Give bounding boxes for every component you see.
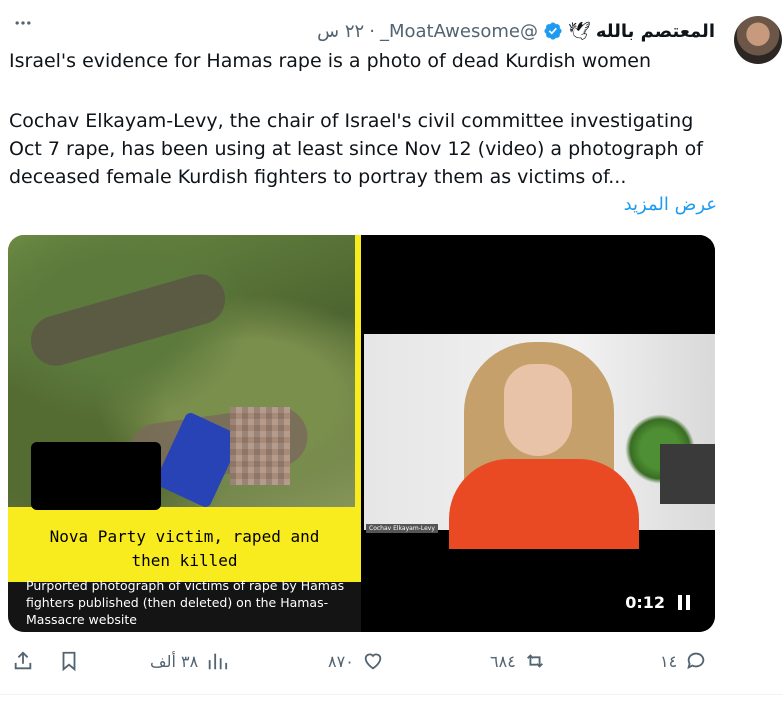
monitor [660, 444, 715, 504]
post-header: المعتصم بالله 🕊 @MoatAwesome_ · ٢٢ س [317, 18, 715, 44]
reply-icon [687, 652, 705, 670]
censor-box [31, 442, 161, 510]
likes-count: ٨٧٠ [328, 651, 354, 671]
show-more-link[interactable]: عرض المزيد [624, 194, 717, 215]
verified-badge-icon [544, 22, 562, 40]
reply-button[interactable]: ١٤ [660, 650, 707, 672]
post-body: Cochav Elkayam-Levy, the chair of Israel… [9, 110, 703, 188]
speaker-face [504, 364, 572, 456]
views-button[interactable]: ٣٨ ألف [150, 650, 228, 672]
heart-icon [364, 653, 382, 670]
repost-icon [526, 654, 543, 668]
speaker-name-tag: Cochav Elkayam-Levy [366, 524, 438, 533]
grass-photo [8, 235, 355, 510]
views-count: ٣٨ ألف [150, 651, 199, 671]
share-button[interactable] [12, 650, 34, 672]
analytics-icon [208, 653, 228, 670]
bookmark-icon [62, 651, 76, 672]
photo-credit: Purported photograph of victims of rape … [26, 578, 345, 627]
avatar[interactable] [734, 16, 782, 64]
speaker-body [449, 459, 639, 549]
display-name[interactable]: المعتصم بالله [596, 21, 715, 42]
separator-dot: · [369, 20, 375, 42]
image-caption: Nova Party victim, raped and then killed [8, 525, 361, 573]
pixelated-face [230, 407, 290, 485]
video-player[interactable]: Cochav Elkayam-Levy 0:12 [364, 235, 715, 632]
caption-line-2: then killed [131, 551, 238, 570]
reposts-count: ٦٨٤ [490, 651, 516, 671]
action-bar: ٣٨ ألف ٨٧٠ ٦٨٤ ١٤ [0, 640, 783, 688]
replies-count: ١٤ [660, 651, 678, 671]
pause-icon[interactable] [677, 595, 691, 610]
post-title: Israel's evidence for Hamas rape is a ph… [9, 50, 652, 72]
repost-button[interactable]: ٦٨٤ [490, 650, 546, 672]
video-frame: Cochav Elkayam-Levy [364, 334, 715, 549]
divider [0, 694, 783, 695]
body-figure [24, 268, 232, 372]
media-image-left[interactable]: Nova Party victim, raped and then killed… [8, 235, 361, 632]
handle[interactable]: @MoatAwesome_ [380, 21, 538, 42]
like-button[interactable]: ٨٧٠ [328, 650, 384, 672]
video-time: 0:12 [625, 593, 665, 612]
media-container[interactable]: Nova Party victim, raped and then killed… [8, 235, 715, 632]
bookmark-button[interactable] [58, 650, 80, 672]
dove-emoji: 🕊 [567, 20, 591, 42]
timestamp[interactable]: ٢٢ س [317, 21, 364, 42]
share-icon [14, 651, 32, 670]
more-options-icon[interactable] [8, 8, 38, 38]
caption-line-1: Nova Party victim, raped and [49, 527, 320, 546]
